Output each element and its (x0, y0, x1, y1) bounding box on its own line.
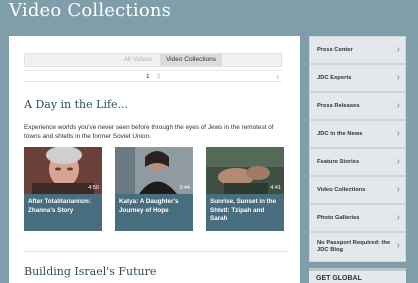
video-card[interactable]: 4:50 After Totalitarianism: Zhanna's Sto… (24, 147, 102, 231)
sidebar-item-photo-galleries[interactable]: Photo Galleries › (309, 204, 406, 232)
video-duration: 4:50 (88, 185, 99, 191)
chevron-right-icon: › (396, 184, 400, 195)
sidebar-item-label: Video Collections (317, 186, 366, 193)
tab-video-collections[interactable]: Video Collections (160, 54, 222, 66)
sidebar-item-jdc-in-the-news[interactable]: JDC in the News › (309, 120, 406, 148)
section-heading: Building Israel's Future (24, 265, 157, 278)
main-content: All Videos Video Collections 1 2 › A Day… (9, 36, 300, 283)
video-duration: 4:41 (270, 185, 281, 191)
pagination: 1 2 › (24, 70, 282, 82)
sidebar-item-press-center[interactable]: Press Center › (309, 36, 406, 64)
sidebar-item-jdc-experts[interactable]: JDC Experts › (309, 64, 406, 92)
page-link-2[interactable]: 2 (157, 72, 161, 81)
video-duration: 3:44 (179, 185, 190, 191)
video-title[interactable]: Sunrise, Sunset in the Shtetl: Tzipah an… (206, 194, 284, 231)
page-title: Video Collections (9, 0, 172, 21)
sidebar-item-label: Press Center (317, 46, 353, 53)
sidebar-item-label: No Passport Required: the JDC Blog (317, 240, 391, 253)
chevron-right-icon: › (396, 156, 400, 167)
sidebar-item-video-collections[interactable]: Video Collections › (309, 176, 406, 204)
sidebar-item-label: Photo Galleries (317, 214, 360, 221)
chevron-right-icon: › (396, 72, 400, 83)
chevron-right-icon: › (396, 44, 400, 55)
sidebar-item-feature-stories[interactable]: Feature Stories › (309, 148, 406, 176)
section-divider (24, 251, 288, 252)
chevron-right-icon: › (396, 128, 400, 139)
sidebar-item-label: JDC in the News (317, 130, 363, 137)
video-title[interactable]: After Totalitarianism: Zhanna's Story (24, 194, 102, 231)
chevron-right-icon: › (396, 100, 400, 111)
video-thumbnail[interactable]: 3:44 (115, 147, 193, 194)
video-thumbnail[interactable]: 4:41 (206, 147, 284, 194)
chevron-right-icon[interactable]: › (276, 72, 279, 81)
get-global-heading: GET GLOBAL (316, 275, 362, 282)
page-link-1[interactable]: 1 (146, 72, 150, 81)
sidebar-item-label: Press Releases (317, 102, 360, 109)
tab-all-videos[interactable]: All Videos (116, 54, 160, 66)
video-title[interactable]: Katya: A Daughter's Journey of Hope (115, 194, 193, 231)
video-card[interactable]: 3:44 Katya: A Daughter's Journey of Hope (115, 147, 193, 231)
sidebar-item-jdc-blog[interactable]: No Passport Required: the JDC Blog › (309, 232, 406, 262)
video-card[interactable]: 4:41 Sunrise, Sunset in the Shtetl: Tzip… (206, 147, 284, 231)
sidebar-item-press-releases[interactable]: Press Releases › (309, 92, 406, 120)
section-heading: A Day in the Life... (24, 98, 129, 111)
get-global-panel: GET GLOBAL (309, 268, 406, 283)
video-tabs: All Videos Video Collections (24, 53, 282, 67)
chevron-right-icon: › (396, 212, 400, 223)
section-intro: Experience worlds you've never seen befo… (24, 124, 274, 140)
chevron-right-icon: › (396, 240, 400, 251)
sidebar-item-label: JDC Experts (317, 74, 352, 81)
sidebar-item-label: Feature Stories (317, 158, 360, 165)
video-thumbnail[interactable]: 4:50 (24, 147, 102, 194)
